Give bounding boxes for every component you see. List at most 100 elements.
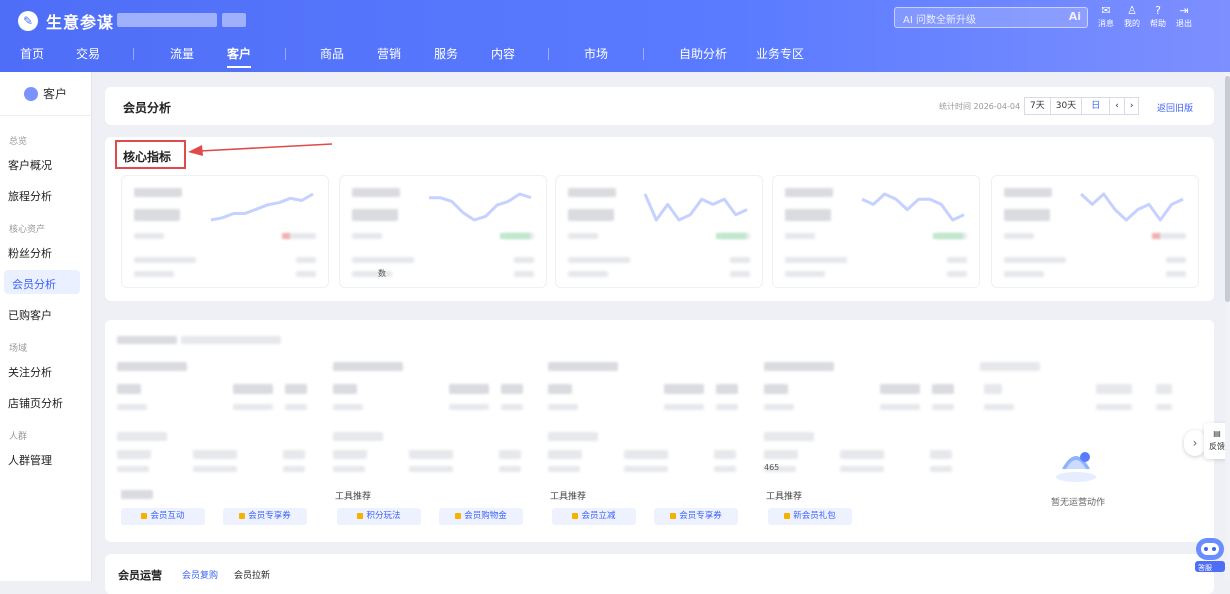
- ops-data-blurred: [1096, 404, 1132, 410]
- nav-customer[interactable]: 客户: [227, 45, 252, 68]
- ops-data-blurred: [499, 466, 521, 472]
- tool-button[interactable]: 会员互动: [121, 508, 205, 525]
- metric-row2-value-blurred: [296, 271, 316, 277]
- metric-row-value-blurred: [1166, 257, 1186, 263]
- ops-data-blurred: [840, 466, 884, 472]
- app-logo[interactable]: ✎ 生意参谋: [18, 9, 114, 33]
- scroll-right-button[interactable]: ›: [1184, 430, 1206, 456]
- sidebar-item-purchased-customers[interactable]: 已购客户: [0, 301, 92, 325]
- range-7-days-button[interactable]: 7天: [1024, 97, 1051, 115]
- logout-label: 退出: [1176, 19, 1192, 28]
- ops-data-blurred: [233, 384, 273, 394]
- tab-member-acquisition[interactable]: 会员拉新: [234, 568, 270, 581]
- range-30-days-button[interactable]: 30天: [1049, 97, 1083, 115]
- nav-content[interactable]: 内容: [491, 45, 515, 62]
- sidebar-item-fans-analysis[interactable]: 粉丝分析: [0, 239, 92, 263]
- ops-data-blurred: [501, 384, 523, 394]
- tool-button[interactable]: 会员专享券: [223, 508, 307, 525]
- metric-compare-blurred: [568, 233, 598, 239]
- metric-value-blurred: [785, 209, 831, 221]
- sidebar-item-follow-analysis[interactable]: 关注分析: [0, 358, 92, 382]
- back-to-old-version-link[interactable]: 返回旧版: [1157, 101, 1193, 114]
- nav-product[interactable]: 商品: [320, 45, 344, 62]
- metric-card[interactable]: [991, 175, 1199, 288]
- metric-value-blurred: [1004, 209, 1050, 221]
- messages-button[interactable]: ✉ 消息: [1096, 4, 1116, 29]
- vertical-scrollbar[interactable]: [1225, 72, 1230, 581]
- trend-down-badge: [1152, 233, 1160, 239]
- tool-button[interactable]: 会员购物金: [439, 508, 523, 525]
- ops-data-blurred: [117, 384, 141, 394]
- metric-value-blurred: [568, 209, 614, 221]
- ops-data-blurred: [714, 450, 736, 459]
- sidebar-item-customer-overview[interactable]: 客户概况: [0, 151, 92, 175]
- tab-member-repurchase[interactable]: 会员复购: [182, 568, 218, 581]
- ops-data-blurred: [333, 362, 403, 371]
- nav-marketing[interactable]: 营销: [377, 45, 401, 62]
- tool-button-label: 会员专享券: [679, 511, 722, 521]
- nav-market[interactable]: 市场: [584, 45, 608, 62]
- range-day-button[interactable]: 日: [1081, 97, 1111, 115]
- nav-trade[interactable]: 交易: [76, 45, 100, 62]
- ops-data-blurred: [716, 404, 738, 410]
- shop-tag-blurred: [222, 13, 246, 27]
- ops-data-blurred: [880, 404, 920, 410]
- user-icon: ♙: [1127, 4, 1137, 17]
- empty-state-icon: [1052, 439, 1100, 485]
- member-operation-card: 会员运营 会员复购 会员拉新: [105, 554, 1214, 594]
- tool-icon: [141, 513, 148, 519]
- metric-row2-blurred: [134, 271, 174, 277]
- metric-card[interactable]: 数: [339, 175, 547, 288]
- my-account-button[interactable]: ♙ 我的: [1122, 4, 1142, 29]
- metric-row2-value-blurred: [730, 271, 750, 277]
- tool-icon: [357, 513, 364, 519]
- ops-data-blurred: [764, 384, 788, 394]
- logout-button[interactable]: ⇥ 退出: [1174, 4, 1194, 29]
- sidebar-item-crowd-management[interactable]: 人群管理: [0, 446, 92, 470]
- shop-name-blurred: [117, 13, 217, 27]
- ai-search-input[interactable]: AI 问数全新升级 Ai: [894, 7, 1088, 28]
- tool-button[interactable]: 会员专享券: [654, 508, 738, 525]
- stat-time-label: 统计时间 2026-04-04: [939, 102, 1021, 111]
- assistant-robot-button[interactable]: 答服: [1194, 532, 1226, 574]
- ops-data-blurred: [285, 384, 307, 394]
- tool-button[interactable]: 新会员礼包: [768, 508, 852, 525]
- sidebar-item-store-page-analysis[interactable]: 店铺页分析: [0, 389, 92, 413]
- ops-data-blurred: [664, 384, 704, 394]
- nav-traffic[interactable]: 流量: [170, 45, 194, 62]
- ops-data-blurred: [117, 450, 151, 459]
- tool-recommend-label-blurred: [121, 490, 153, 499]
- ops-data-blurred: [764, 404, 794, 410]
- ops-data-blurred: [409, 450, 453, 459]
- metric-sparkline: [210, 192, 314, 222]
- ops-data-blurred: [283, 466, 305, 472]
- tool-button[interactable]: 积分玩法: [337, 508, 421, 525]
- metric-card[interactable]: [555, 175, 763, 288]
- ai-icon[interactable]: Ai: [1069, 10, 1081, 23]
- metric-row-blurred: [568, 257, 630, 263]
- nav-home[interactable]: 首页: [20, 45, 44, 62]
- metric-value-blurred: [352, 209, 398, 221]
- metric-row2-value-blurred: [1166, 271, 1186, 277]
- ops-data-blurred: [716, 384, 738, 394]
- nav-business-zone[interactable]: 业务专区: [756, 45, 804, 62]
- customer-icon: [23, 86, 38, 101]
- tool-button[interactable]: 会员立减: [552, 508, 636, 525]
- metric-row2-blurred: [785, 271, 825, 277]
- logo-icon: ✎: [18, 11, 38, 31]
- ops-header-blurred: [117, 336, 177, 344]
- prev-date-button[interactable]: ‹: [1109, 97, 1125, 115]
- next-date-button[interactable]: ›: [1123, 97, 1140, 115]
- metric-card[interactable]: [121, 175, 329, 288]
- ops-data-blurred: [499, 450, 521, 459]
- help-button[interactable]: ? 帮助: [1148, 4, 1168, 29]
- nav-service[interactable]: 服务: [434, 45, 458, 62]
- sidebar-item-journey-analysis[interactable]: 旅程分析: [0, 182, 92, 206]
- sidebar-item-member-analysis[interactable]: 会员分析: [4, 270, 80, 294]
- ops-data-blurred: [117, 362, 187, 371]
- metric-row2-blurred: [1004, 271, 1044, 277]
- ops-data-blurred: [409, 466, 453, 472]
- nav-self-analysis[interactable]: 自助分析: [679, 45, 727, 62]
- ops-data-blurred: [333, 450, 367, 459]
- metric-card[interactable]: [772, 175, 980, 288]
